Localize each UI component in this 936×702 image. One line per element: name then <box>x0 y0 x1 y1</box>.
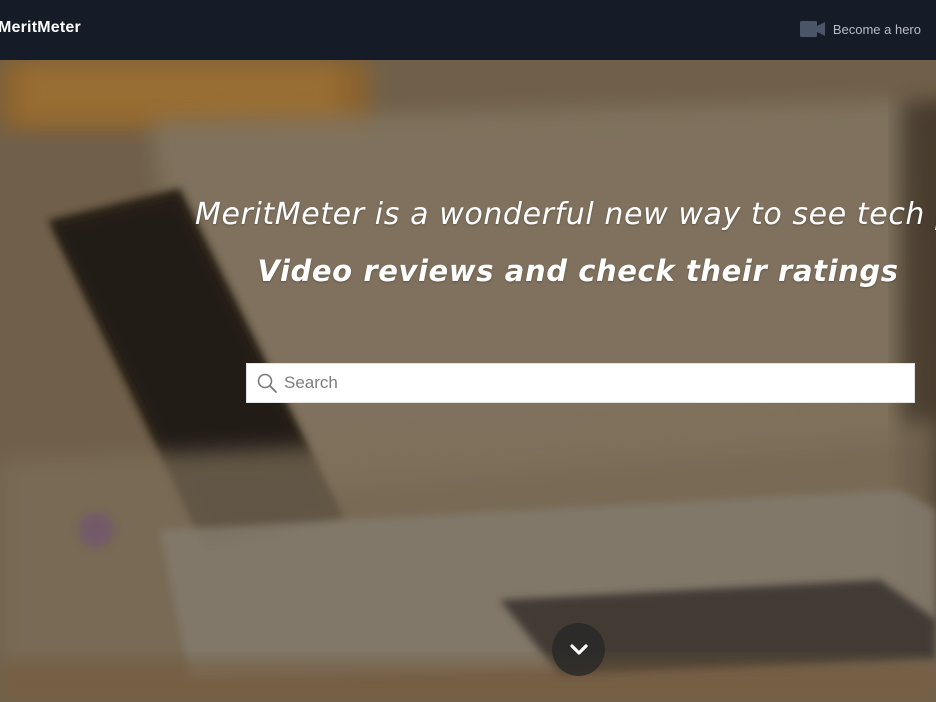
hero-section: MeritMeter is a wonderful new way to see… <box>0 60 936 702</box>
become-a-hero-label: Become a hero <box>832 21 921 37</box>
top-navbar: MeritMeter Become a hero <box>0 0 936 60</box>
brand-logo[interactable]: MeritMeter <box>0 19 81 37</box>
search-icon <box>257 373 277 393</box>
become-a-hero-link[interactable]: Become a hero <box>799 18 921 40</box>
chevron-down-icon <box>569 643 588 655</box>
hero-headline: MeritMeter is a wonderful new way to see… <box>195 197 936 232</box>
search-input[interactable] <box>284 365 914 401</box>
search-bar[interactable] <box>246 363 915 403</box>
video-camera-icon <box>799 21 825 37</box>
scroll-down-button[interactable] <box>552 623 605 676</box>
hero-subline: Video reviews and check their ratings <box>257 254 899 288</box>
